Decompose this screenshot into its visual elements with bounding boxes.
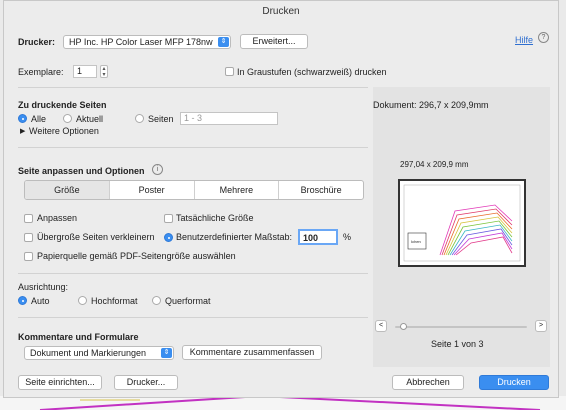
document-size-label: Dokument: 296,7 x 209,9mm — [373, 100, 489, 110]
printer-value: HP Inc. HP Color Laser MFP 178nw — [69, 37, 213, 47]
next-page-button[interactable]: > — [535, 320, 547, 332]
comments-value: Dokument und Markierungen — [30, 348, 147, 358]
tab-size[interactable]: Größe — [25, 181, 110, 199]
page-slider-track[interactable] — [395, 326, 527, 328]
print-button[interactable]: Drucken — [479, 375, 549, 390]
copies-label: Exemplare: — [18, 67, 64, 77]
scale-unit: % — [343, 232, 352, 242]
help-link[interactable]: Hilfe — [515, 35, 533, 45]
grayscale-checkbox[interactable] — [225, 67, 234, 76]
comments-section-title: Kommentare und Formulare — [18, 332, 139, 342]
page-setup-button[interactable]: Seite einrichten... — [18, 375, 102, 390]
pages-current-label: Aktuell — [76, 114, 104, 124]
orientation-title: Ausrichtung: — [18, 282, 69, 292]
actual-size-label: Tatsächliche Größe — [176, 213, 254, 223]
custom-scale-label: Benutzerdefinierter Maßstab: — [176, 232, 293, 242]
pages-all-radio[interactable] — [18, 114, 27, 123]
print-dialog: Drucken Drucker: HP Inc. HP Color Laser … — [3, 0, 559, 398]
custom-scale-radio[interactable] — [164, 233, 173, 242]
window-title: Drucken — [262, 6, 300, 17]
preview-panel: Dokument: 296,7 x 209,9mm 297,04 x 209,9… — [373, 87, 550, 367]
divider — [18, 87, 368, 88]
printer-label: Drucker: — [18, 37, 56, 47]
pages-all-label: Alle — [31, 114, 47, 124]
tab-multiple[interactable]: Mehrere — [195, 181, 280, 199]
pages-section-title: Zu druckende Seiten — [18, 100, 107, 110]
sizing-tabs: Größe Poster Mehrere Broschüre — [24, 180, 364, 200]
comments-select[interactable]: Dokument und Markierungen ⇕ — [24, 346, 174, 360]
orientation-portrait-label: Hochformat — [91, 296, 138, 306]
grayscale-label: In Graustufen (schwarzweiß) drucken — [237, 67, 387, 77]
summarize-comments-button[interactable]: Kommentare zusammenfassen — [182, 345, 322, 360]
page-size-label: 297,04 x 209,9 mm — [400, 160, 469, 169]
divider — [18, 317, 368, 318]
pages-range-input[interactable]: 1 - 3 — [180, 112, 278, 125]
printer-select[interactable]: HP Inc. HP Color Laser MFP 178nw ⇕ — [63, 35, 231, 49]
tab-poster[interactable]: Poster — [110, 181, 195, 199]
advanced-button[interactable]: Erweitert... — [240, 34, 308, 49]
actual-size-checkbox[interactable] — [164, 214, 173, 223]
orientation-auto-label: Auto — [31, 296, 50, 306]
help-circle-icon[interactable]: ? — [538, 32, 549, 43]
plot-lines — [439, 204, 513, 256]
sizing-section-title: Seite anpassen und Optionen — [18, 166, 145, 176]
more-options-link[interactable]: Weitere Optionen — [29, 126, 99, 136]
select-arrow-icon: ⇕ — [218, 37, 229, 47]
preview-graphic: Ichen — [403, 184, 521, 262]
preview-stamp: Ichen — [411, 239, 421, 244]
divider — [18, 147, 368, 148]
orientation-portrait-radio[interactable] — [78, 296, 87, 305]
scale-input[interactable]: 100 — [298, 229, 338, 245]
select-arrow-icon: ⇕ — [161, 348, 172, 358]
shrink-checkbox[interactable] — [24, 233, 33, 242]
page-slider-thumb[interactable] — [400, 323, 407, 330]
info-icon[interactable]: i — [152, 164, 163, 175]
page-indicator: Seite 1 von 3 — [431, 339, 484, 349]
pages-current-radio[interactable] — [63, 114, 72, 123]
orientation-landscape-label: Querformat — [165, 296, 211, 306]
background-document — [0, 396, 566, 410]
prev-page-button[interactable]: < — [375, 320, 387, 332]
orientation-landscape-radio[interactable] — [152, 296, 161, 305]
page-preview: Ichen — [398, 179, 526, 267]
fit-checkbox[interactable] — [24, 214, 33, 223]
shrink-label: Übergroße Seiten verkleinern — [37, 232, 155, 242]
orientation-auto-radio[interactable] — [18, 296, 27, 305]
fit-label: Anpassen — [37, 213, 78, 223]
pages-range-label: Seiten — [148, 114, 174, 124]
tab-booklet[interactable]: Broschüre — [279, 181, 363, 199]
divider — [18, 273, 368, 274]
copies-stepper[interactable]: ▴ ▾ — [100, 65, 108, 78]
printer-button[interactable]: Drucker... — [114, 375, 178, 390]
paper-source-label: Papierquelle gemäß PDF-Seitengröße auswä… — [37, 251, 236, 261]
paper-source-checkbox[interactable] — [24, 252, 33, 261]
cancel-button[interactable]: Abbrechen — [392, 375, 464, 390]
pages-range-radio[interactable] — [135, 114, 144, 123]
copies-input[interactable]: 1 — [73, 65, 97, 78]
disclosure-triangle-icon[interactable]: ▶ — [20, 127, 25, 135]
